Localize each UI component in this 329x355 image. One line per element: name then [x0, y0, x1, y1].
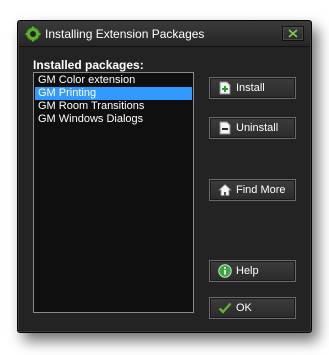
ok-label: OK	[236, 302, 252, 314]
find-more-button[interactable]: Find More	[209, 179, 296, 201]
window-title: Installing Extension Packages	[45, 27, 205, 41]
help-button[interactable]: Help	[209, 260, 296, 282]
home-icon	[217, 183, 233, 197]
installed-packages-list[interactable]: GM Color extension GM Printing GM Room T…	[33, 72, 194, 313]
title-bar[interactable]: Installing Extension Packages	[19, 22, 310, 47]
uninstall-label: Uninstall	[236, 122, 279, 134]
list-item[interactable]: GM Room Transitions	[35, 100, 192, 113]
install-extensions-dialog: Installing Extension Packages Installed …	[17, 20, 312, 333]
list-item[interactable]: GM Windows Dialogs	[35, 113, 192, 126]
install-icon	[218, 81, 232, 95]
gear-icon	[25, 26, 41, 42]
info-icon	[218, 264, 232, 278]
close-button[interactable]	[282, 26, 304, 41]
checkmark-icon	[218, 301, 232, 315]
uninstall-icon	[218, 121, 232, 135]
list-item[interactable]: GM Color extension	[35, 74, 192, 87]
help-label: Help	[236, 265, 259, 277]
list-item-selected[interactable]: GM Printing	[35, 87, 192, 100]
install-label: Install	[236, 82, 265, 94]
uninstall-button[interactable]: Uninstall	[209, 117, 296, 139]
installed-packages-label: Installed packages:	[33, 58, 144, 72]
install-button[interactable]: Install	[209, 77, 296, 99]
ok-button[interactable]: OK	[209, 297, 296, 319]
find-more-label: Find More	[236, 184, 286, 196]
close-icon	[288, 29, 298, 38]
